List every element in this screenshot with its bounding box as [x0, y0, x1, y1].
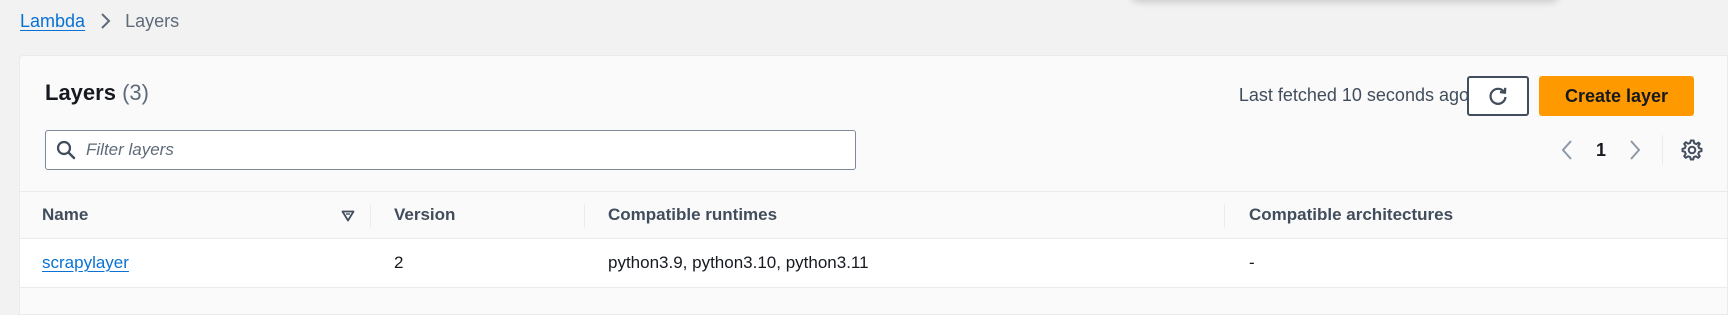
gear-icon[interactable]	[1677, 135, 1707, 165]
page-number-current[interactable]: 1	[1584, 140, 1618, 161]
cell-architectures: -	[1249, 253, 1255, 272]
last-fetched-text: Last fetched 10 seconds ago	[1238, 85, 1469, 105]
breadcrumb: Lambda Layers	[20, 8, 179, 34]
refresh-button[interactable]	[1467, 76, 1529, 116]
column-header-architectures: Compatible architectures	[1249, 205, 1454, 224]
filter-layers-field[interactable]	[45, 130, 856, 170]
create-layer-button[interactable]: Create layer	[1539, 76, 1694, 116]
search-icon	[46, 140, 86, 160]
chevron-left-icon[interactable]	[1550, 133, 1584, 167]
cell-name: scrapylayer	[42, 239, 129, 287]
layers-panel: Layers (3) Last fetched 10 seconds ago C…	[19, 55, 1728, 315]
chevron-right-icon[interactable]	[1618, 133, 1652, 167]
sort-descending-icon[interactable]	[338, 206, 358, 226]
table-row: scrapylayer 2 python3.9, python3.10, pyt…	[20, 239, 1727, 288]
column-header-name[interactable]: Name	[42, 192, 88, 238]
breadcrumb-current: Layers	[125, 10, 180, 31]
panel-title-text: Layers	[45, 80, 116, 105]
filter-layers-input[interactable]	[86, 131, 855, 169]
table-header: Name Version Compatible runtimes Compati…	[20, 191, 1727, 239]
column-header-version: Version	[394, 205, 456, 224]
column-divider	[370, 204, 371, 228]
column-divider	[584, 204, 585, 228]
layer-link-scrapylayer[interactable]: scrapylayer	[42, 253, 129, 273]
chevron-right-icon	[85, 12, 125, 30]
cell-version: 2	[394, 253, 404, 272]
page-title: Layers (3)	[45, 80, 149, 106]
pagination: 1	[1550, 130, 1707, 170]
refresh-icon	[1487, 85, 1509, 107]
layers-table: Name Version Compatible runtimes Compati…	[20, 191, 1727, 288]
column-header-runtimes: Compatible runtimes	[608, 205, 778, 224]
pagination-divider	[1662, 135, 1663, 165]
column-divider	[1224, 204, 1225, 228]
layer-count: (3)	[122, 80, 149, 105]
breadcrumb-link-lambda[interactable]: Lambda	[20, 11, 85, 32]
cell-runtimes: python3.9, python3.10, python3.11	[608, 253, 869, 272]
